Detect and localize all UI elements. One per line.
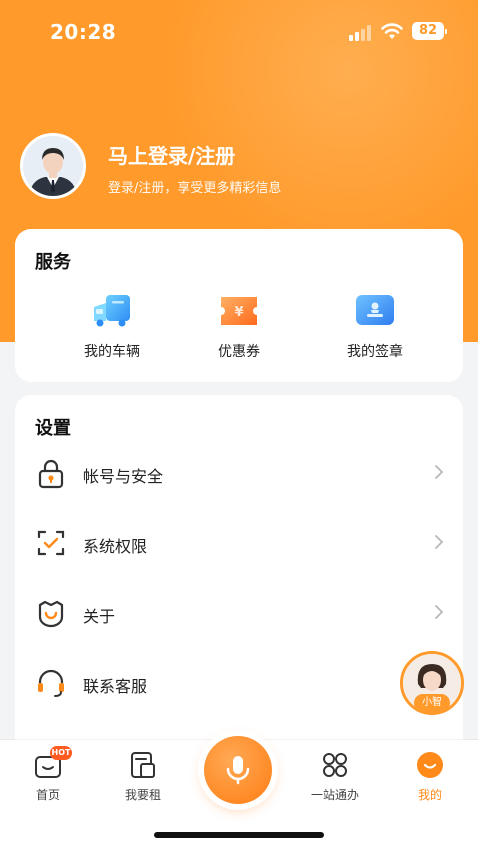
scan-check-icon: [37, 530, 65, 556]
tab-mine[interactable]: 我的: [390, 750, 470, 803]
service-label: 我的签章: [347, 344, 403, 360]
settings-title: 设置: [35, 418, 71, 439]
headset-icon: [38, 669, 64, 697]
service-label: 优惠券: [218, 344, 260, 360]
settings-item-account-security[interactable]: 帐号与安全: [15, 443, 463, 503]
apps-grid-icon: [323, 753, 347, 777]
login-subtitle: 登录/注册，享受更多精彩信息: [108, 181, 282, 196]
rent-document-icon: [131, 752, 155, 778]
assistant-tag: 小智: [414, 694, 450, 712]
svg-text:¥: ¥: [234, 305, 243, 320]
badge-check-icon: [38, 600, 64, 628]
login-title[interactable]: 马上登录/注册: [108, 140, 235, 169]
chevron-right-icon: [435, 535, 444, 549]
profile-header[interactable]: 马上登录/注册 登录/注册，享受更多精彩信息: [20, 133, 460, 203]
status-time: 20:28: [50, 20, 117, 44]
tab-label: 一站通办: [310, 788, 359, 802]
signal-icon: [349, 25, 371, 41]
chevron-right-icon: [435, 465, 444, 479]
tab-one-stop[interactable]: 一站通办: [295, 750, 375, 803]
settings-item-about[interactable]: 关于: [15, 583, 463, 643]
user-avatar-icon: [23, 136, 83, 196]
wifi-icon: [381, 23, 403, 39]
chevron-right-icon: [435, 605, 444, 619]
seal-icon: [356, 295, 394, 325]
service-label: 我的车辆: [84, 344, 140, 360]
avatar[interactable]: [20, 133, 86, 199]
truck-icon: [94, 295, 130, 327]
service-coupons[interactable]: ¥ 优惠券: [184, 291, 294, 371]
settings-item-system-permissions[interactable]: 系统权限: [15, 513, 463, 573]
settings-label: 帐号与安全: [83, 467, 164, 486]
coupon-icon: ¥: [221, 297, 257, 325]
settings-card: 设置 帐号与安全 系统权限 关于 联系客服: [15, 395, 463, 755]
services-title: 服务: [35, 252, 71, 273]
service-my-seal[interactable]: 我的签章: [320, 291, 430, 371]
status-bar: 20:28 82: [0, 0, 478, 64]
battery-indicator: 82: [412, 22, 447, 40]
microphone-icon: [226, 756, 250, 785]
lock-icon: [38, 459, 64, 489]
settings-label: 关于: [83, 607, 116, 626]
tab-label: 我的: [417, 788, 442, 802]
settings-label: 系统权限: [83, 537, 148, 556]
tab-home[interactable]: 首页: [8, 750, 88, 803]
hot-badge: HOT: [50, 746, 72, 760]
voice-button[interactable]: [204, 736, 272, 804]
tab-label: 我要租: [124, 788, 161, 802]
tab-rent[interactable]: 我要租: [103, 750, 183, 803]
tab-label: 首页: [35, 788, 60, 802]
service-my-vehicles[interactable]: 我的车辆: [57, 291, 167, 371]
home-indicator: [154, 832, 324, 838]
settings-item-contact-support[interactable]: 联系客服: [15, 653, 463, 713]
settings-label: 联系客服: [83, 677, 148, 696]
profile-smile-icon: [417, 752, 443, 778]
services-card: 服务 我的车辆 ¥ 优惠券 我的签章: [15, 229, 463, 382]
